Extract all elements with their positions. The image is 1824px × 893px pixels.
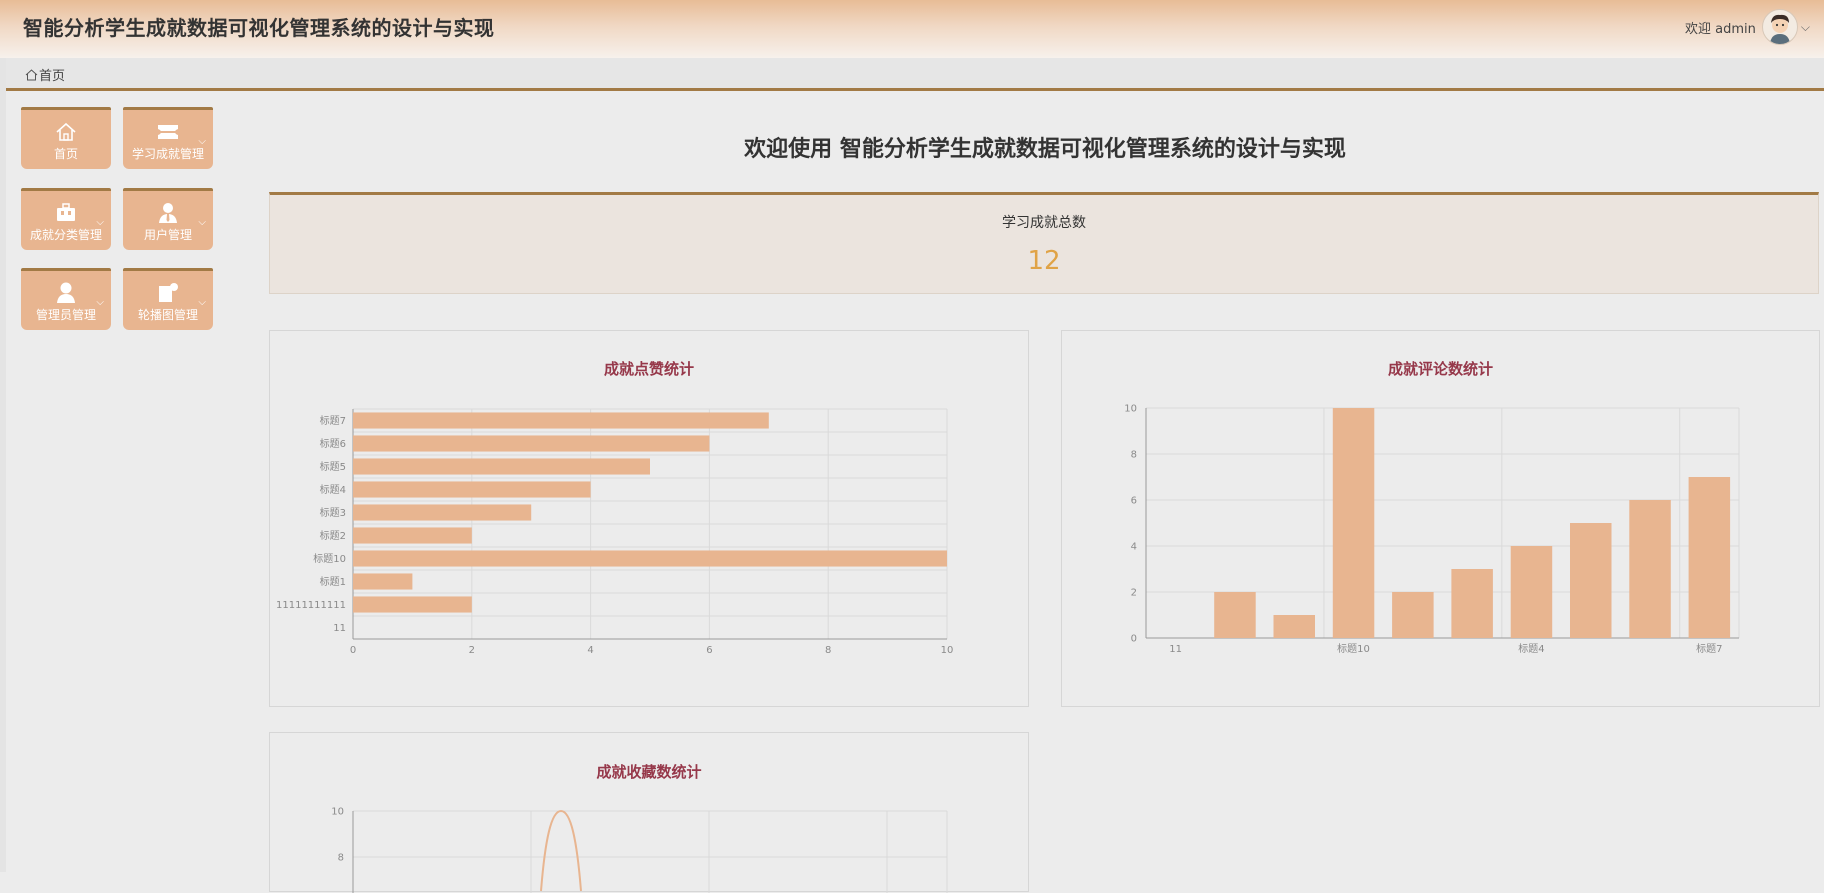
x-tick-label: 8 bbox=[825, 645, 831, 656]
x-tick-label: 6 bbox=[706, 645, 712, 656]
bar bbox=[1510, 546, 1553, 638]
y-tick-label: 标题5 bbox=[320, 461, 346, 473]
menu-item-label: 首页 bbox=[53, 147, 78, 161]
x-tick-label: 4 bbox=[587, 645, 593, 656]
app-title: 智能分析学生成就数据可视化管理系统的设计与实现 bbox=[23, 16, 495, 40]
y-tick-label: 0 bbox=[1131, 634, 1137, 645]
chevron-down-icon: ⌵ bbox=[96, 297, 104, 308]
chevron-down-icon: ⌵ bbox=[198, 217, 206, 228]
chevron-down-icon: ⌵ bbox=[96, 217, 104, 228]
bar bbox=[1629, 500, 1671, 638]
menu-item-carousel[interactable]: 轮播图管理 ⌵ bbox=[123, 268, 213, 330]
left-edge bbox=[0, 58, 6, 872]
briefcase-icon bbox=[57, 203, 75, 221]
chevron-down-icon[interactable]: ⌵ bbox=[1801, 20, 1810, 35]
y-tick-label: 标题6 bbox=[320, 438, 346, 450]
y-tick-label: 标题2 bbox=[320, 530, 346, 542]
avatar[interactable] bbox=[1761, 9, 1798, 45]
y-tick-label: 11111111111 bbox=[276, 600, 346, 611]
comments-bar-chart: 0 2 4 6 8 10 11 标题10 标题4 标题7 bbox=[1124, 404, 1740, 655]
y-tick-label: 标题3 bbox=[320, 507, 346, 519]
y-tick-label: 标题1 bbox=[320, 576, 346, 588]
ticket-icon bbox=[158, 125, 178, 139]
bar bbox=[353, 435, 710, 452]
x-tick-label: 标题4 bbox=[1518, 643, 1544, 655]
y-tick-label: 4 bbox=[1131, 542, 1137, 553]
total-value: 12 bbox=[1027, 246, 1061, 276]
chevron-down-icon: ⌵ bbox=[198, 297, 206, 308]
top-header: 智能分析学生成就数据可视化管理系统的设计与实现 欢迎 admin ⌵ bbox=[0, 0, 1824, 58]
bar bbox=[1569, 523, 1612, 638]
breadcrumb-home[interactable]: 首页 bbox=[25, 65, 65, 84]
menu-item-home[interactable]: 首页 bbox=[21, 107, 111, 169]
bar bbox=[1688, 477, 1731, 638]
bar bbox=[353, 573, 413, 590]
y-tick-label: 8 bbox=[338, 853, 344, 864]
menu-item-users[interactable]: 用户管理 ⌵ bbox=[123, 188, 213, 250]
bar bbox=[1273, 615, 1316, 638]
menu-item-achievement[interactable]: 学习成就管理 ⌵ bbox=[123, 107, 213, 169]
y-tick-label: 标题10 bbox=[313, 553, 346, 565]
menu-item-admins[interactable]: 管理员管理 ⌵ bbox=[21, 268, 111, 330]
y-tick-label: 10 bbox=[1124, 404, 1137, 415]
x-tick-label: 标题7 bbox=[1696, 643, 1722, 655]
y-tick-label: 11 bbox=[333, 623, 346, 634]
y-tick-label: 6 bbox=[1131, 496, 1137, 507]
user-tie-icon bbox=[159, 203, 177, 223]
welcome-user-text: 欢迎 admin bbox=[1685, 21, 1756, 37]
bar bbox=[1214, 592, 1256, 638]
y-tick-label: 10 bbox=[331, 807, 344, 818]
x-tick-label: 10 bbox=[941, 645, 954, 656]
home-icon bbox=[56, 122, 76, 141]
likes-chart-card: 成就点赞统计 0 2 4 6 8 10 11 11111111111 标题1 标题10 标题2 标题3… bbox=[269, 330, 1029, 707]
bar bbox=[353, 458, 650, 475]
menu-item-label: 管理员管理 bbox=[35, 308, 96, 322]
menu-item-label: 轮播图管理 bbox=[137, 308, 198, 322]
menu-item-label: 学习成就管理 bbox=[131, 147, 204, 161]
bar bbox=[353, 481, 591, 498]
breadcrumb: 首页 bbox=[6, 58, 1824, 91]
bar bbox=[353, 596, 472, 613]
bar bbox=[353, 504, 532, 521]
bar bbox=[353, 527, 472, 544]
y-tick-label: 标题4 bbox=[320, 484, 346, 496]
menu-item-category[interactable]: 成就分类管理 ⌵ bbox=[21, 188, 111, 250]
x-tick-label: 0 bbox=[350, 645, 356, 656]
menu-item-label: 用户管理 bbox=[143, 228, 192, 242]
chevron-down-icon: ⌵ bbox=[198, 136, 206, 147]
favorites-chart-card: 成就收藏数统计 8 10 bbox=[269, 732, 1029, 893]
bar bbox=[1451, 569, 1493, 638]
y-tick-label: 2 bbox=[1131, 588, 1137, 599]
likes-bar-chart: 0 2 4 6 8 101111111111111标题1标题10标题2标题3标题4标题5标… bbox=[276, 408, 954, 656]
total-achievements-card: 学习成就总数 12 bbox=[269, 192, 1819, 294]
bar bbox=[353, 412, 769, 429]
bar bbox=[1392, 592, 1434, 638]
favorites-line-chart: 8 10 bbox=[331, 807, 948, 893]
comments-chart-card: 成就评论数统计 0 2 4 6 8 10 11 标题10 标题4 标题7 bbox=[1061, 330, 1820, 707]
x-tick-label: 2 bbox=[469, 645, 475, 656]
x-tick-label: 11 bbox=[1169, 644, 1182, 655]
series-line bbox=[540, 809, 582, 892]
home-icon bbox=[25, 68, 38, 80]
total-label: 学习成就总数 bbox=[1002, 215, 1086, 231]
x-tick-label: 标题10 bbox=[1337, 643, 1370, 655]
y-tick-label: 标题7 bbox=[320, 415, 346, 427]
bar bbox=[1332, 408, 1375, 638]
welcome-title: 欢迎使用 智能分析学生成就数据可视化管理系统的设计与实现 bbox=[744, 137, 1346, 162]
y-tick-label: 8 bbox=[1131, 450, 1137, 461]
image-icon bbox=[159, 283, 178, 302]
user-area[interactable]: 欢迎 admin ⌵ bbox=[1685, 9, 1810, 45]
menu-item-label: 成就分类管理 bbox=[29, 228, 102, 242]
bar bbox=[353, 550, 947, 567]
user-icon bbox=[57, 282, 75, 303]
breadcrumb-home-label: 首页 bbox=[39, 69, 66, 84]
